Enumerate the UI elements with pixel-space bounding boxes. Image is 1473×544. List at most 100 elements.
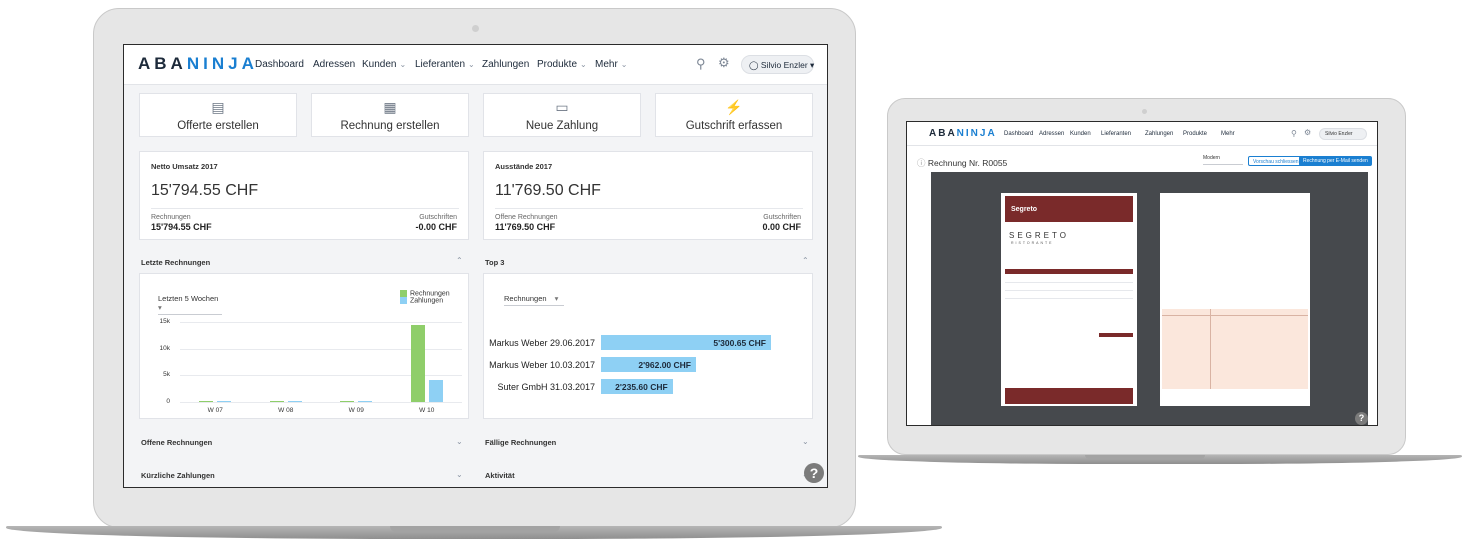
- section-title-open-invoices[interactable]: Offene Rechnungen: [141, 438, 212, 447]
- camera-dot: [472, 25, 479, 32]
- doc-row-line: [1005, 298, 1133, 299]
- app-logo[interactable]: ABANINJA: [929, 128, 997, 139]
- template-select[interactable]: Modern: [1203, 155, 1243, 165]
- bar-zahlungen-w08[interactable]: [287, 401, 302, 402]
- quick-action-label: Rechnung erstellen: [340, 120, 440, 132]
- section-title-due-invoices[interactable]: Fällige Rechnungen: [485, 438, 556, 447]
- nav-adressen[interactable]: Adressen: [1039, 131, 1064, 137]
- nav-zahlungen[interactable]: Zahlungen: [1145, 131, 1173, 137]
- kpi-sub-label: Offene Rechnungen: [495, 214, 558, 221]
- chevron-down-icon[interactable]: ⌄: [456, 437, 463, 446]
- top3-label: Markus Weber 10.03.2017: [489, 360, 595, 370]
- user-menu[interactable]: ◯ Silvio Enzler ▾: [741, 55, 814, 74]
- close-preview-button[interactable]: Vorschau schliessen: [1248, 156, 1304, 166]
- bar-rechnungen-w10[interactable]: [410, 324, 425, 402]
- quick-action-payment[interactable]: ▭ Neue Zahlung: [483, 93, 641, 137]
- nav-lieferanten[interactable]: Lieferanten ⌄: [415, 59, 475, 70]
- lightning-icon: ⚡: [725, 99, 743, 115]
- section-title-recent-invoices: Letzte Rechnungen: [141, 258, 211, 267]
- doc-brand: Segreto: [1011, 206, 1038, 213]
- doc-row-line: [1005, 282, 1133, 283]
- kpi-title: Netto Umsatz 2017: [151, 162, 218, 171]
- top-navbar-small: ABANINJA Dashboard Adressen Kunden Liefe…: [907, 122, 1377, 146]
- doc-table-header: [1005, 269, 1133, 274]
- payment-card-icon: ▭: [555, 99, 569, 115]
- y-tick-label: 10k: [159, 344, 170, 352]
- quick-action-credit[interactable]: ⚡ Gutschrift erfassen: [655, 93, 813, 137]
- bar-rechnungen-w07[interactable]: [199, 401, 214, 402]
- x-tick-label: W 10: [419, 407, 435, 414]
- divider: [495, 208, 803, 209]
- gear-icon[interactable]: ⚙: [1304, 128, 1311, 137]
- quick-action-label: Offerte erstellen: [177, 120, 259, 132]
- recent-invoices-chart-card: Letzten 5 Wochen ▾ Rechnungen Zahlungen …: [139, 273, 469, 419]
- grid-line: [180, 402, 462, 403]
- doc-total-band: [1099, 333, 1133, 337]
- doc-logo-sub: RISTORANTE: [1011, 241, 1054, 245]
- info-icon: ⓘ: [917, 158, 926, 168]
- avatar: ◯: [749, 60, 759, 70]
- nav-dashboard[interactable]: Dashboard: [1004, 131, 1033, 137]
- chevron-down-icon[interactable]: ⌄: [456, 470, 463, 479]
- slip-line: [1162, 315, 1308, 316]
- nav-mehr[interactable]: Mehr ⌄: [595, 59, 628, 70]
- help-button[interactable]: ?: [804, 463, 824, 483]
- chevron-down-icon[interactable]: ⌄: [802, 437, 809, 446]
- help-button[interactable]: ?: [1355, 412, 1368, 425]
- nav-lieferanten[interactable]: Lieferanten: [1101, 131, 1131, 137]
- invoice-page-2: [1160, 193, 1310, 406]
- chevron-down-icon: ⌄: [580, 60, 587, 69]
- nav-produkte[interactable]: Produkte: [1183, 131, 1207, 137]
- chevron-up-icon[interactable]: ⌃: [802, 256, 809, 265]
- grid-line: [180, 322, 462, 323]
- section-title-recent-payments[interactable]: Kürzliche Zahlungen: [141, 471, 215, 480]
- quick-action-invoice[interactable]: ▦ Rechnung erstellen: [311, 93, 469, 137]
- kpi-sub-label: Gutschriften: [419, 214, 457, 221]
- quick-action-offer[interactable]: ▤ Offerte erstellen: [139, 93, 297, 137]
- kpi-card-revenue: Netto Umsatz 2017 15'794.55 CHF Rechnung…: [139, 151, 469, 240]
- top3-card: Rechnungen ▾ Markus Weber 29.06.2017 5'30…: [483, 273, 813, 419]
- doc-footer-band: [1005, 388, 1133, 404]
- x-tick-label: W 07: [207, 407, 223, 414]
- kpi-sub-value: 11'769.50 CHF: [495, 222, 556, 232]
- nav-zahlungen[interactable]: Zahlungen: [482, 59, 529, 70]
- section-title-activity[interactable]: Aktivität: [485, 471, 515, 480]
- bar-rechnungen-w08[interactable]: [269, 401, 284, 402]
- doc-logo: SEGRETO: [1009, 231, 1069, 240]
- top3-value-label: 2'235.60 CHF: [615, 382, 668, 392]
- section-title-top3: Top 3: [485, 258, 505, 267]
- nav-kunden[interactable]: Kunden: [1070, 131, 1091, 137]
- bar-rechnungen-w09[interactable]: [340, 401, 355, 402]
- nav-dashboard[interactable]: Dashboard: [255, 59, 304, 70]
- top3-label: Suter GmbH 31.03.2017: [497, 382, 595, 392]
- y-tick-label: 5k: [163, 371, 170, 379]
- send-email-button[interactable]: Rechnung per E-Mail senden: [1299, 156, 1372, 166]
- top3-label: Markus Weber 29.06.2017: [489, 338, 595, 348]
- nav-adressen[interactable]: Adressen: [313, 59, 355, 70]
- bar-zahlungen-w10[interactable]: [428, 379, 443, 402]
- search-icon[interactable]: ⚲: [1291, 129, 1297, 138]
- bar-zahlungen-w09[interactable]: [358, 401, 373, 402]
- kpi-sub-value: 0.00 CHF: [762, 222, 801, 232]
- chevron-up-icon[interactable]: ⌃: [456, 256, 463, 265]
- top-navbar: ABANINJA Dashboard Adressen Kunden ⌄ Lief…: [124, 45, 827, 85]
- payment-slip: [1162, 309, 1308, 389]
- nav-produkte[interactable]: Produkte ⌄: [537, 59, 587, 70]
- search-icon[interactable]: ⚲: [696, 56, 706, 72]
- invoice-title: ⓘ Rechnung Nr. R0055: [917, 158, 1008, 168]
- kpi-sub-value: 15'794.55 CHF: [151, 222, 212, 232]
- app-logo[interactable]: ABANINJA: [138, 54, 258, 74]
- gear-icon[interactable]: ⚙: [718, 55, 730, 71]
- camera-dot: [1142, 109, 1147, 114]
- laptop-notch-large: [390, 526, 560, 532]
- quick-action-label: Neue Zahlung: [525, 120, 599, 132]
- kpi-sub-label: Gutschriften: [763, 214, 801, 221]
- user-menu[interactable]: Silvio Enzler: [1319, 128, 1367, 140]
- quick-action-label: Gutschrift erfassen: [685, 120, 783, 132]
- x-tick-label: W 08: [278, 407, 294, 414]
- nav-mehr[interactable]: Mehr: [1221, 131, 1235, 137]
- chevron-down-icon: ⌄: [468, 60, 475, 69]
- nav-kunden[interactable]: Kunden ⌄: [362, 59, 406, 70]
- bar-zahlungen-w07[interactable]: [217, 401, 232, 402]
- kpi-value: 15'794.55 CHF: [151, 182, 259, 199]
